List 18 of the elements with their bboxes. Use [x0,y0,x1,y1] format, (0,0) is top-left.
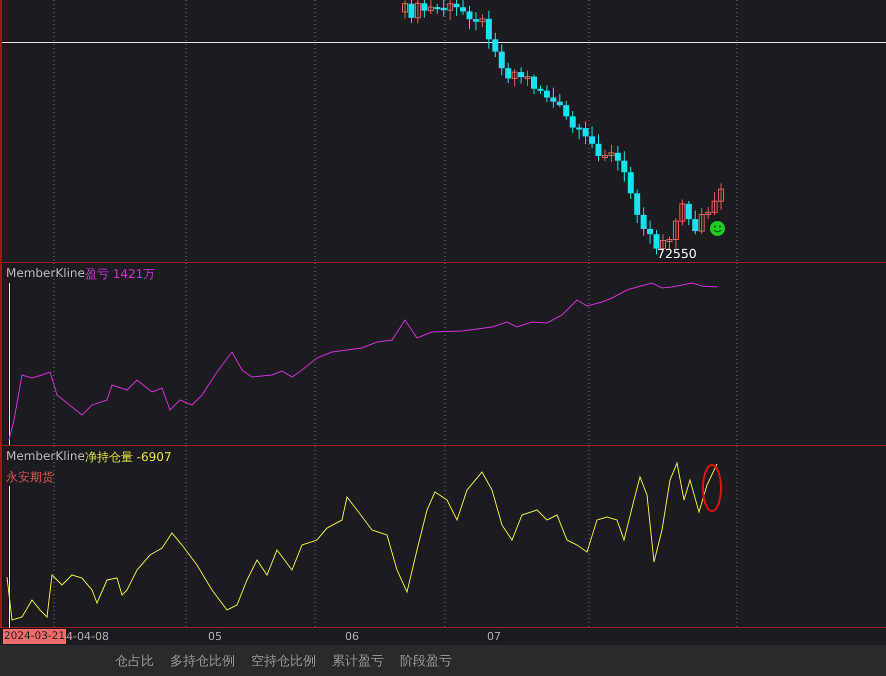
axis-label: 07 [487,630,501,644]
axis-label: 06 [345,630,359,644]
indicator-source-label: MemberKline [6,266,85,282]
smiley-icon [710,221,725,236]
tab[interactable]: 多持仓比例 [170,650,235,672]
tab[interactable]: 累计盈亏 [332,650,384,672]
indicator-value-label: 净持仓量 -6907 [84,449,172,466]
cursor-date-label: 2024-03-21 [3,629,66,644]
member-label: 永安期货 [6,469,55,486]
axis-label: 05 [208,630,222,644]
indicator-value-label: 盈亏 1421万 [84,266,156,283]
tab[interactable]: 仓占比 [115,650,154,672]
price-label: 72550 [657,246,697,261]
tab[interactable]: 空持仓比例 [251,650,316,672]
highlight-ellipse [702,464,722,512]
axis-label: 4-04-08 [66,629,109,644]
indicator-source-label: MemberKline [6,449,85,465]
tab[interactable]: 阶段盈亏 [400,650,452,672]
